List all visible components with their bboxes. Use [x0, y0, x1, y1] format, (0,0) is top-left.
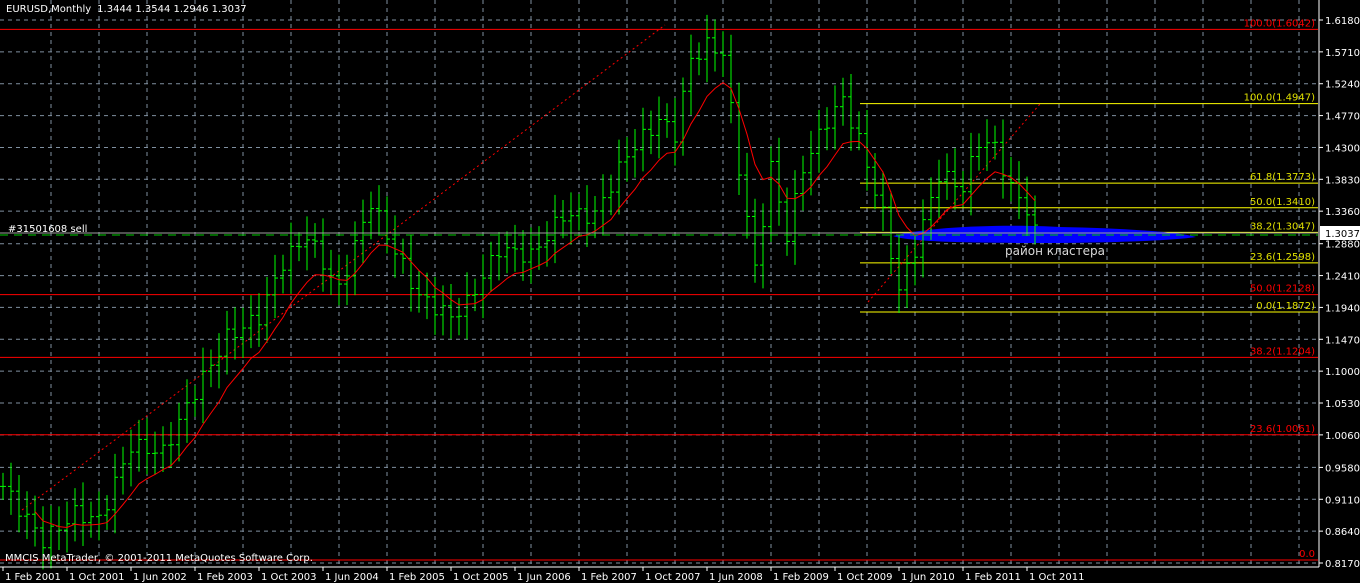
x-tick-label: 1 Jun 2008: [709, 572, 763, 583]
current-price-label: 1.3037: [1325, 229, 1360, 240]
x-tick-label: 1 Oct 2009: [837, 572, 892, 583]
x-tick-label: 1 Feb 2005: [389, 572, 445, 583]
x-tick-label: 1 Jun 2006: [517, 572, 571, 583]
y-tick-label: 1.0530: [1325, 399, 1360, 410]
x-tick-label: 1 Jun 2010: [901, 572, 955, 583]
fib-level-label: 0.0: [1299, 549, 1315, 560]
y-tick-label: 1.3360: [1325, 207, 1360, 218]
y-tick-label: 0.9110: [1325, 495, 1360, 506]
chart-header: EURUSD,Monthly 1.3444 1.3544 1.2946 1.303…: [6, 4, 247, 15]
fib-level-label: 50.0(1.3410): [1250, 197, 1315, 208]
fib-level-label: 100.0(1.4947): [1244, 93, 1316, 104]
y-tick-label: 1.1000: [1325, 367, 1360, 378]
y-tick-label: 1.3830: [1325, 175, 1360, 186]
x-tick-label: 1 Oct 2005: [453, 572, 508, 583]
y-tick-label: 1.5710: [1325, 48, 1360, 59]
time-axis[interactable]: 1 Feb 2001 1 Oct 2001 1 Jun 2002 1 Feb 2003…: [2, 567, 1084, 583]
y-tick-label: 0.8170: [1325, 559, 1360, 570]
small-fib-trendline[interactable]: [867, 103, 1041, 303]
x-tick-label: 1 Oct 2001: [69, 572, 124, 583]
x-tick-label: 1 Feb 2007: [581, 572, 637, 583]
y-tick-label: 1.2410: [1325, 272, 1360, 283]
grid: [0, 0, 1318, 567]
y-tick-label: 1.1940: [1325, 303, 1360, 314]
fib-level-label: 38.2(1.3047): [1250, 221, 1315, 232]
y-tick-label: 1.4770: [1325, 112, 1360, 123]
x-tick-label: 1 Feb 2011: [965, 572, 1021, 583]
y-tick-label: 1.0060: [1325, 431, 1360, 442]
x-tick-label: 1 Jun 2004: [325, 572, 379, 583]
x-tick-label: 1 Oct 2011: [1029, 572, 1084, 583]
x-tick-label: 1 Feb 2003: [197, 572, 253, 583]
fib-level-label: 38.2(1.1204): [1250, 346, 1315, 357]
x-tick-label: 1 Oct 2003: [261, 572, 316, 583]
x-tick-label: 1 Oct 2007: [645, 572, 700, 583]
fib-level-label: 0.0(1.1872): [1256, 301, 1315, 312]
x-tick-label: 1 Feb 2009: [773, 572, 829, 583]
fib-level-label: 50.0(1.2128): [1250, 284, 1315, 295]
y-tick-label: 1.2880: [1325, 240, 1360, 251]
y-tick-label: 1.5240: [1325, 80, 1360, 91]
x-tick-label: 1 Feb 2001: [5, 572, 61, 583]
cluster-label: район кластера: [1005, 244, 1105, 258]
y-tick-label: 1.6180: [1325, 16, 1360, 27]
copyright: MMCIS MetaTrader, © 2001-2011 MetaQuotes…: [5, 553, 313, 564]
order-label[interactable]: #31501608 sell: [8, 224, 87, 235]
price-chart[interactable]: 100.0(1.6042) 50.0(1.2128) 38.2(1.1204) 23.…: [0, 0, 1360, 583]
moving-average-line: [34, 81, 1036, 529]
fib-level-label: 23.6(1.2598): [1250, 252, 1315, 263]
x-tick-label: 1 Jun 2002: [133, 572, 187, 583]
fib-level-label: 61.8(1.3773): [1250, 172, 1315, 183]
big-fib-trendline[interactable]: [21, 24, 666, 511]
y-tick-label: 1.1470: [1325, 335, 1360, 346]
y-tick-label: 0.9580: [1325, 463, 1360, 474]
cluster-zone: [893, 225, 1196, 243]
y-tick-label: 0.8640: [1325, 527, 1360, 538]
y-tick-label: 1.4300: [1325, 143, 1360, 154]
fib-level-label: 100.0(1.6042): [1244, 18, 1316, 29]
price-axis[interactable]: 1.6180 1.5710 1.5240 1.4770 1.4300 1.3830 1.33…: [1319, 16, 1360, 570]
fib-level-label: 23.6(1.0061): [1250, 424, 1315, 435]
ohlc-bars: [0, 14, 1038, 570]
